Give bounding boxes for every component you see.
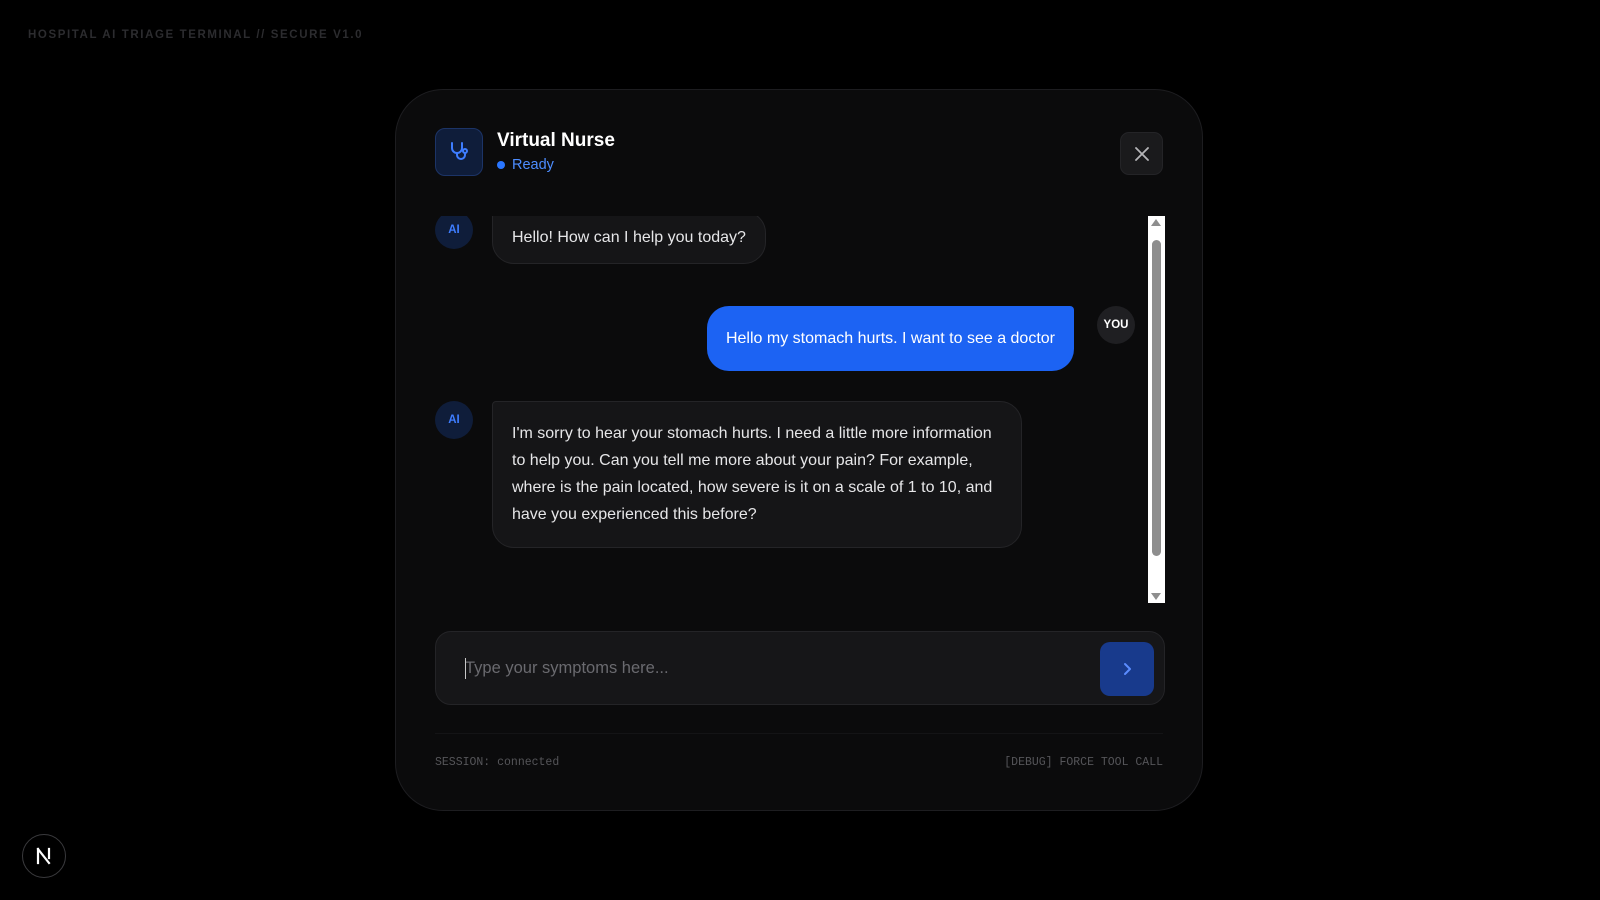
chevron-right-icon	[1124, 663, 1131, 675]
assistant-title: Virtual Nurse	[497, 130, 615, 151]
close-icon	[1134, 146, 1149, 161]
scroll-down-arrow-icon[interactable]	[1151, 593, 1161, 600]
chat-header: Virtual Nurse Ready	[435, 128, 1163, 176]
user-avatar: YOU	[1097, 306, 1135, 344]
ai-avatar: AI	[435, 216, 473, 249]
chat-panel: Virtual Nurse Ready AI Hello! How can I …	[395, 89, 1203, 811]
scroll-up-arrow-icon[interactable]	[1151, 219, 1161, 226]
text-caret	[465, 658, 466, 679]
stethoscope-icon	[435, 128, 483, 176]
nextjs-badge[interactable]	[22, 834, 66, 878]
ai-avatar: AI	[435, 401, 473, 439]
send-button[interactable]	[1100, 642, 1154, 696]
ai-message: I'm sorry to hear your stomach hurts. I …	[492, 401, 1022, 548]
debug-force-tool-call-button[interactable]: [DEBUG] FORCE TOOL CALL	[1004, 756, 1163, 769]
message-composer	[435, 631, 1165, 705]
status-label: Ready	[512, 157, 554, 173]
terminal-title: HOSPITAL AI TRIAGE TERMINAL // SECURE V1…	[28, 29, 364, 41]
footer-divider	[435, 733, 1163, 734]
user-message: Hello my stomach hurts. I want to see a …	[706, 306, 1074, 371]
scroll-thumb[interactable]	[1152, 240, 1161, 556]
n-logo-icon	[36, 847, 51, 865]
ai-message: Hello! How can I help you today?	[492, 216, 766, 264]
status-indicator: Ready	[497, 157, 554, 173]
session-status: SESSION: connected	[435, 756, 560, 769]
symptoms-input[interactable]	[454, 632, 1064, 704]
close-button[interactable]	[1120, 132, 1163, 175]
message-list[interactable]: AI Hello! How can I help you today? Hell…	[435, 216, 1135, 603]
status-dot	[497, 161, 505, 169]
chat-scrollbar[interactable]	[1148, 216, 1165, 603]
